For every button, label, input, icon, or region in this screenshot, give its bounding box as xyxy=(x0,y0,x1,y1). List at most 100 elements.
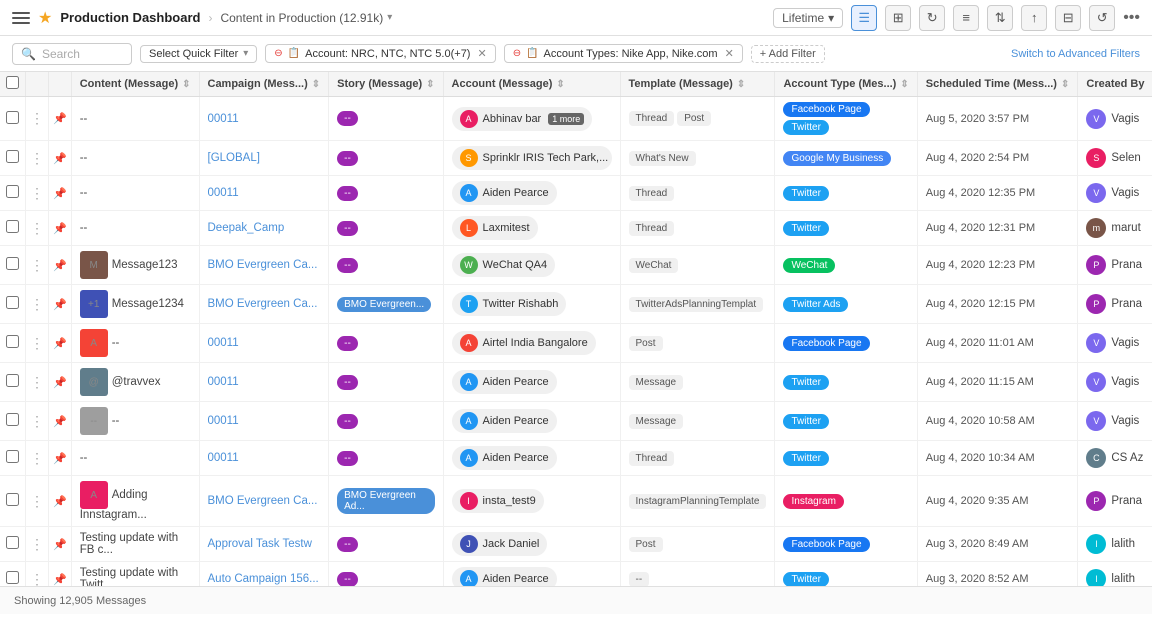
account-badge[interactable]: AAirtel India Bangalore xyxy=(452,331,596,355)
row-actions-cell[interactable]: ⋮ xyxy=(26,246,49,285)
account-type-badge[interactable]: Twitter xyxy=(783,414,828,429)
row-pin-cell[interactable]: 📌 xyxy=(49,97,72,141)
row-checkbox[interactable] xyxy=(6,335,19,348)
account-type-badge[interactable]: Twitter xyxy=(783,451,828,466)
account-cell[interactable]: AAiden Pearce xyxy=(443,562,620,587)
row-checkbox-cell[interactable] xyxy=(0,324,26,363)
campaign-cell[interactable]: 00011 xyxy=(199,97,329,141)
account-type-cell[interactable]: Twitter Ads xyxy=(775,285,917,324)
row-pin-icon[interactable]: 📌 xyxy=(53,260,67,272)
row-pin-icon[interactable]: 📌 xyxy=(53,223,67,235)
row-pin-cell[interactable]: 📌 xyxy=(49,441,72,476)
row-pin-icon[interactable]: 📌 xyxy=(53,416,67,428)
account-type-cell[interactable]: Facebook Page xyxy=(775,324,917,363)
campaign-cell[interactable]: [GLOBAL] xyxy=(199,141,329,176)
row-menu-icon[interactable]: ⋮ xyxy=(30,413,44,429)
row-checkbox-cell[interactable] xyxy=(0,211,26,246)
row-actions-cell[interactable]: ⋮ xyxy=(26,285,49,324)
search-box[interactable]: 🔍 Search xyxy=(12,43,132,65)
account-cell[interactable]: JJack Daniel xyxy=(443,527,620,562)
account-cell[interactable]: WWeChat QA4 xyxy=(443,246,620,285)
content-column-header[interactable]: Content (Message)⇕ xyxy=(71,72,199,97)
account-type-badge[interactable]: Facebook Page xyxy=(783,102,869,117)
row-pin-icon[interactable]: 📌 xyxy=(53,153,67,165)
row-pin-icon[interactable]: 📌 xyxy=(53,496,67,508)
row-checkbox[interactable] xyxy=(6,493,19,506)
row-checkbox-cell[interactable] xyxy=(0,141,26,176)
account-type-badge[interactable]: Facebook Page xyxy=(783,537,869,552)
story-cell[interactable]: BMO Evergreen... xyxy=(329,285,443,324)
row-pin-icon[interactable]: 📌 xyxy=(53,188,67,200)
row-menu-icon[interactable]: ⋮ xyxy=(30,335,44,351)
account-type-cell[interactable]: WeChat xyxy=(775,246,917,285)
campaign-link[interactable]: BMO Evergreen Ca... xyxy=(208,259,318,271)
row-menu-icon[interactable]: ⋮ xyxy=(30,296,44,312)
campaign-link[interactable]: 00011 xyxy=(208,376,239,388)
row-checkbox-cell[interactable] xyxy=(0,97,26,141)
row-pin-icon[interactable]: 📌 xyxy=(53,299,67,311)
sort-button[interactable]: ⇅ xyxy=(987,5,1013,31)
row-pin-cell[interactable]: 📌 xyxy=(49,562,72,587)
row-menu-icon[interactable]: ⋮ xyxy=(30,374,44,390)
story-cell[interactable]: -- xyxy=(329,97,443,141)
scheduled-column-header[interactable]: Scheduled Time (Mess...)⇕ xyxy=(917,72,1078,97)
account-type-cell[interactable]: Twitter xyxy=(775,176,917,211)
row-pin-icon[interactable]: 📌 xyxy=(53,338,67,350)
story-cell[interactable]: -- xyxy=(329,562,443,587)
account-type-cell[interactable]: Twitter xyxy=(775,562,917,587)
campaign-link[interactable]: Deepak_Camp xyxy=(208,222,285,234)
story-cell[interactable]: -- xyxy=(329,402,443,441)
campaign-cell[interactable]: 00011 xyxy=(199,402,329,441)
add-filter-button[interactable]: + Add Filter xyxy=(751,45,825,63)
account-cell[interactable]: AAiden Pearce xyxy=(443,441,620,476)
row-checkbox[interactable] xyxy=(6,450,19,463)
list-view-button[interactable]: ☰ xyxy=(851,5,877,31)
row-checkbox[interactable] xyxy=(6,296,19,309)
row-checkbox-cell[interactable] xyxy=(0,363,26,402)
story-cell[interactable]: -- xyxy=(329,246,443,285)
story-badge[interactable]: -- xyxy=(337,186,358,201)
account-type-column-header[interactable]: Account Type (Mes...)⇕ xyxy=(775,72,917,97)
row-actions-cell[interactable]: ⋮ xyxy=(26,363,49,402)
account-cell[interactable]: AAirtel India Bangalore xyxy=(443,324,620,363)
campaign-cell[interactable]: 00011 xyxy=(199,324,329,363)
select-all-checkbox[interactable] xyxy=(6,76,19,89)
row-pin-cell[interactable]: 📌 xyxy=(49,363,72,402)
quick-filter-chip[interactable]: Select Quick Filter ▾ xyxy=(140,45,257,63)
row-checkbox[interactable] xyxy=(6,185,19,198)
story-cell[interactable]: -- xyxy=(329,211,443,246)
row-checkbox[interactable] xyxy=(6,571,19,584)
row-checkbox-cell[interactable] xyxy=(0,441,26,476)
row-pin-cell[interactable]: 📌 xyxy=(49,176,72,211)
account-badge[interactable]: AAiden Pearce xyxy=(452,446,557,470)
row-menu-icon[interactable]: ⋮ xyxy=(30,571,44,587)
row-pin-cell[interactable]: 📌 xyxy=(49,246,72,285)
list-alt-button[interactable]: ≡ xyxy=(953,5,979,31)
account-badge[interactable]: TTwitter Rishabh xyxy=(452,292,567,316)
row-menu-icon[interactable]: ⋮ xyxy=(30,150,44,166)
row-checkbox-cell[interactable] xyxy=(0,562,26,587)
template-column-header[interactable]: Template (Message)⇕ xyxy=(620,72,775,97)
account-type-badge[interactable]: Twitter Ads xyxy=(783,297,848,312)
row-menu-icon[interactable]: ⋮ xyxy=(30,220,44,236)
row-pin-icon[interactable]: 📌 xyxy=(53,377,67,389)
account-type-cell[interactable]: Twitter xyxy=(775,211,917,246)
account-badge[interactable]: AAiden Pearce xyxy=(452,409,557,433)
row-menu-icon[interactable]: ⋮ xyxy=(30,185,44,201)
account-cell[interactable]: TTwitter Rishabh xyxy=(443,285,620,324)
campaign-cell[interactable]: BMO Evergreen Ca... xyxy=(199,285,329,324)
account-type-badge[interactable]: Instagram xyxy=(783,494,843,509)
account-type-filter-chip[interactable]: ⊖ 📋 Account Types: Nike App, Nike.com ✕ xyxy=(504,44,743,63)
campaign-cell[interactable]: BMO Evergreen Ca... xyxy=(199,246,329,285)
account-badge[interactable]: SSprinklr IRIS Tech Park,... xyxy=(452,146,612,170)
story-badge[interactable]: -- xyxy=(337,111,358,126)
row-actions-cell[interactable]: ⋮ xyxy=(26,141,49,176)
account-type-badge[interactable]: WeChat xyxy=(783,258,835,273)
row-checkbox-cell[interactable] xyxy=(0,285,26,324)
story-badge[interactable]: BMO Evergreen... xyxy=(337,297,431,312)
account-cell[interactable]: AAiden Pearce xyxy=(443,176,620,211)
row-checkbox-cell[interactable] xyxy=(0,476,26,527)
row-pin-icon[interactable]: 📌 xyxy=(53,453,67,465)
row-pin-cell[interactable]: 📌 xyxy=(49,527,72,562)
row-actions-cell[interactable]: ⋮ xyxy=(26,441,49,476)
